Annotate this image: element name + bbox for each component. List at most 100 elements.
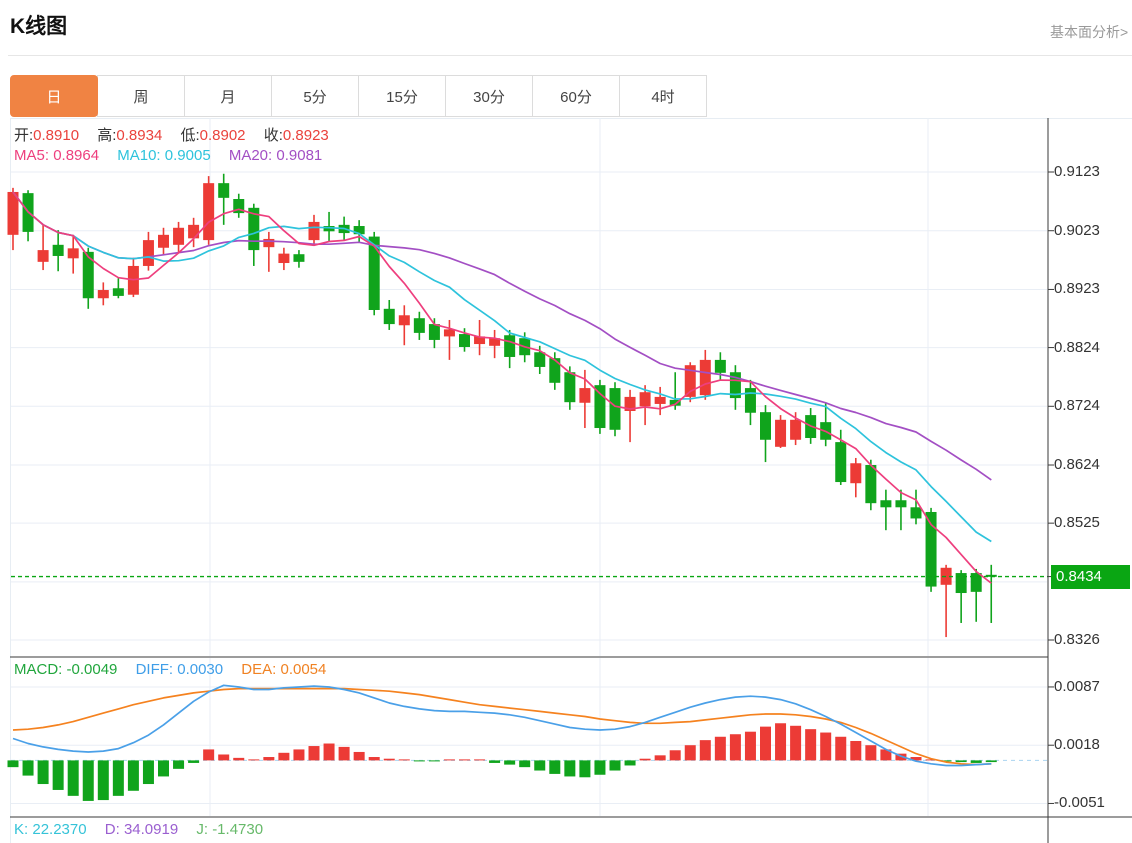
- candle-body: [504, 335, 516, 357]
- macd-hist-bar: [790, 725, 802, 761]
- macd-hist-bar: [398, 759, 410, 761]
- macd-hist-bar: [443, 759, 455, 761]
- price-axis-label: 0.9023: [1054, 221, 1100, 239]
- candle-body: [775, 419, 787, 447]
- candle-body: [188, 224, 200, 239]
- macd-hist-bar: [744, 731, 756, 761]
- price-axis-label: 0.8525: [1054, 514, 1100, 532]
- candle-body: [699, 359, 711, 396]
- d-value: D: 34.0919: [104, 821, 179, 838]
- candle-body: [67, 248, 79, 259]
- candle-body: [880, 500, 892, 508]
- ma20-legend: MA20: 0.9081: [228, 147, 323, 164]
- macd-hist-bar: [684, 745, 696, 761]
- macd-legend: MACD: -0.0049 DIFF: 0.0030 DEA: 0.0054: [14, 661, 340, 678]
- candle-body: [549, 358, 561, 383]
- macd-hist-bar: [699, 740, 711, 761]
- macd-hist-bar: [534, 760, 546, 771]
- candle-body: [609, 388, 621, 430]
- candle-body: [895, 500, 907, 508]
- candle-body: [459, 334, 470, 347]
- candle-body: [398, 315, 410, 326]
- candle-body: [37, 250, 49, 262]
- candle-body: [112, 288, 124, 296]
- macd-axis-label: -0.0051: [1054, 794, 1105, 812]
- candle-body: [413, 318, 425, 333]
- macd-hist-bar: [293, 749, 305, 761]
- candle-body: [865, 465, 877, 504]
- macd-hist-bar: [22, 760, 34, 776]
- candle-body: [579, 388, 591, 403]
- macd-hist-bar: [37, 760, 49, 785]
- macd-hist-bar: [669, 750, 681, 761]
- candle-body: [158, 234, 169, 248]
- price-axis-label: 0.8624: [1054, 456, 1100, 473]
- candle-body: [835, 442, 847, 483]
- candle-body: [639, 392, 651, 407]
- macd-hist-bar: [714, 736, 726, 761]
- candle-body: [142, 240, 154, 266]
- candle-body: [594, 385, 606, 429]
- price-axis-label: 0.8724: [1054, 397, 1100, 415]
- macd-hist-bar: [594, 760, 606, 775]
- candle-body: [760, 412, 771, 440]
- macd-hist-bar: [97, 760, 109, 801]
- candle-body: [714, 359, 726, 373]
- macd-hist-bar: [820, 732, 832, 761]
- price-axis-label: 0.8923: [1054, 280, 1100, 298]
- macd-hist-bar: [383, 758, 395, 761]
- kdj-legend: K: 22.2370 D: 34.0919 J: -1.4730: [14, 821, 277, 838]
- macd-hist-bar: [52, 760, 64, 790]
- macd-hist-bar: [248, 759, 260, 761]
- tab-interval-0[interactable]: 日: [10, 75, 98, 117]
- candle-body: [744, 388, 756, 413]
- macd-hist-bar: [353, 751, 365, 761]
- dea-value: DEA: 0.0054: [241, 661, 327, 678]
- macd-hist-bar: [203, 749, 215, 761]
- price-axis-label: 0.9123: [1054, 163, 1100, 180]
- price-axis-label: 0.8824: [1054, 338, 1100, 356]
- macd-hist-bar: [127, 760, 139, 791]
- candle-body: [203, 183, 215, 241]
- macd-hist-bar: [579, 760, 591, 778]
- macd-hist-bar: [323, 743, 335, 761]
- macd-hist-bar: [263, 757, 275, 761]
- macd-hist-bar: [428, 760, 440, 762]
- macd-hist-bar: [474, 759, 486, 761]
- close-legend: 收:0.8923: [263, 127, 329, 144]
- candle-body: [52, 244, 64, 256]
- macd-axis-label: 0.0087: [1054, 677, 1100, 695]
- macd-hist-bar: [7, 760, 19, 768]
- ohlc-legend: 开:0.8910 高:0.8934 低:0.8902 收:0.8923: [14, 124, 343, 145]
- macd-value: MACD: -0.0049: [14, 661, 118, 678]
- macd-hist-bar: [504, 760, 516, 765]
- diff-value: DIFF: 0.0030: [135, 661, 224, 678]
- candle-body: [263, 238, 275, 248]
- candle-body: [970, 573, 982, 592]
- macd-hist-bar: [805, 729, 817, 761]
- macd-hist-bar: [413, 760, 425, 762]
- macd-hist-bar: [760, 726, 771, 761]
- macd-hist-bar: [729, 734, 741, 761]
- macd-hist-bar: [278, 752, 290, 761]
- candle-body: [790, 419, 802, 440]
- macd-hist-bar: [835, 736, 847, 761]
- j-value: J: -1.4730: [196, 821, 264, 838]
- macd-hist-bar: [624, 760, 636, 766]
- macd-hist-bar: [82, 760, 94, 801]
- candle-body: [218, 183, 230, 198]
- ma-legend: MA5: 0.8964 MA10: 0.9005 MA20: 0.9081: [14, 147, 336, 164]
- macd-hist-bar: [865, 745, 877, 761]
- k-value: K: 22.2370: [14, 821, 87, 838]
- macd-hist-bar: [459, 759, 470, 761]
- candle-body: [383, 308, 395, 325]
- ma5-line: [12, 191, 992, 584]
- macd-hist-bar: [775, 723, 787, 761]
- candle-body: [293, 254, 305, 262]
- candle-body: [173, 227, 185, 245]
- macd-hist-bar: [368, 757, 380, 761]
- macd-hist-bar: [173, 760, 185, 769]
- candle-body: [278, 253, 290, 264]
- macd-hist-bar: [338, 746, 350, 761]
- macd-hist-bar: [519, 760, 531, 768]
